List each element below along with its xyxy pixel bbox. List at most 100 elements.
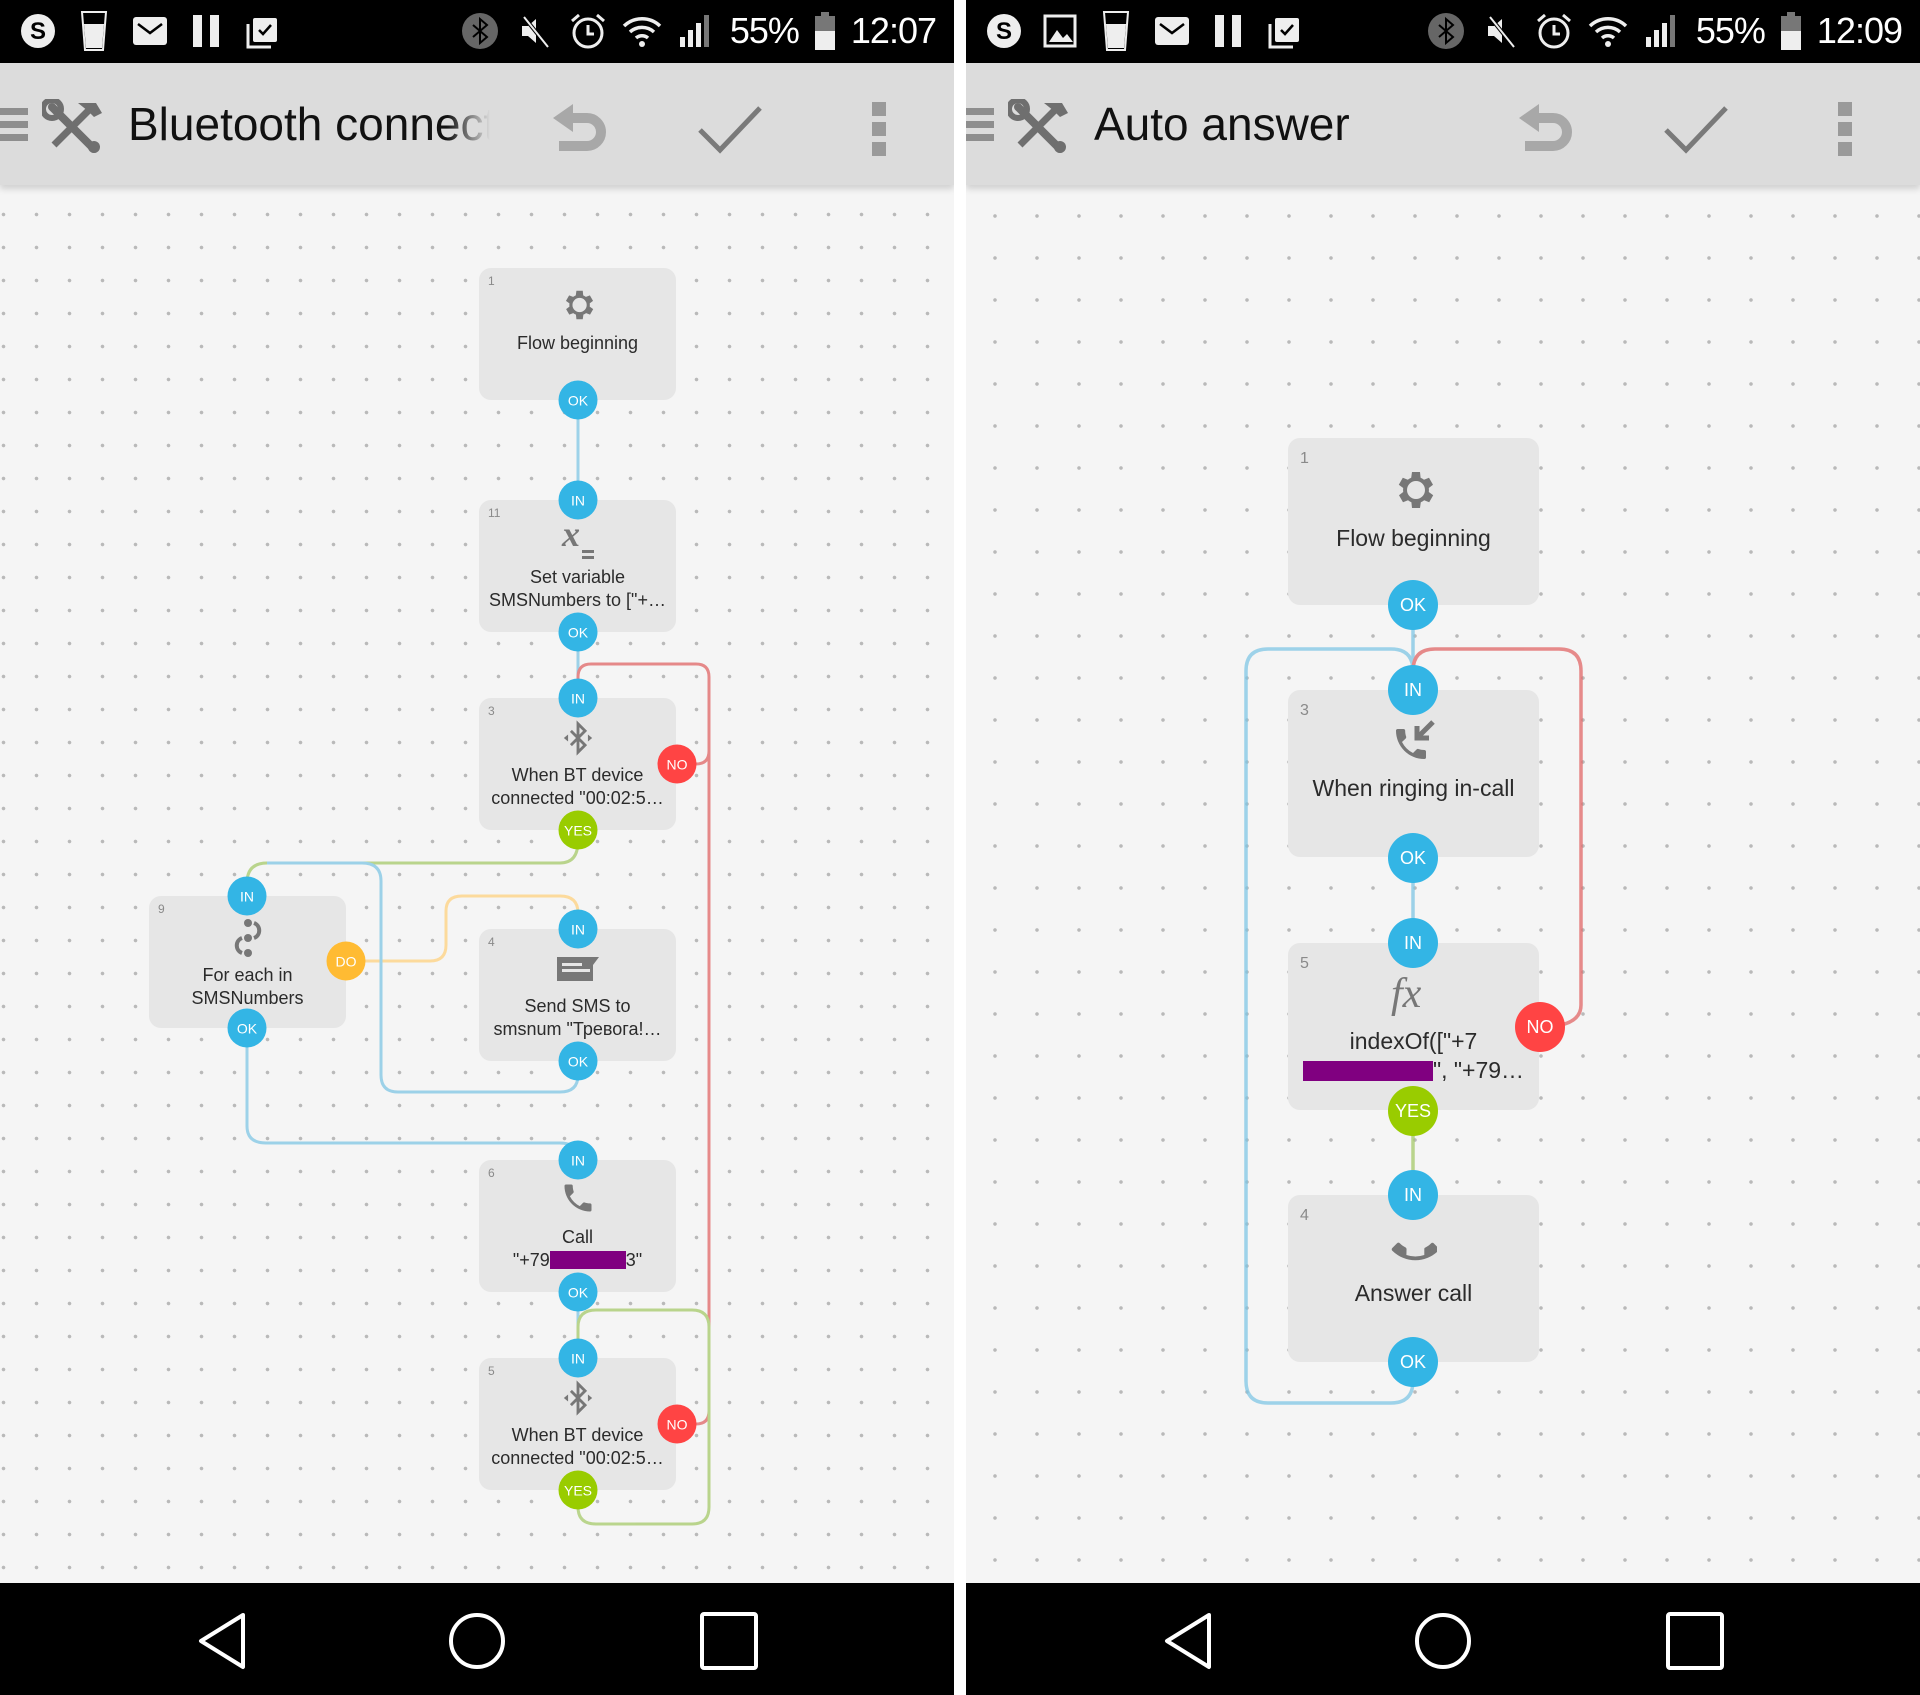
flow-canvas[interactable]: 1 Flow beginning OK 11 x Set variable SMS… — [0, 185, 954, 1583]
port-ok[interactable]: OK — [558, 1041, 598, 1081]
flow-node-5[interactable]: 5 fx indexOf(["+7 ", "+79… — [1288, 943, 1539, 1110]
node-number: 3 — [488, 704, 495, 718]
node-label: When BT device connected "00:02:5… — [491, 1425, 664, 1468]
svg-text:S: S — [30, 18, 46, 45]
set-variable-icon: x — [479, 516, 676, 560]
screen-auto-answer: S 55% 12:09 Auto answer 1 Flow beginning… — [966, 0, 1920, 1695]
bluetooth-icon — [460, 11, 500, 51]
port-yes[interactable]: YES — [558, 1470, 598, 1510]
recents-button[interactable] — [1665, 1611, 1725, 1671]
back-icon — [199, 1613, 245, 1669]
clock: 12:07 — [850, 10, 937, 51]
wifi-icon — [1588, 11, 1628, 51]
water-glass-icon — [74, 11, 114, 51]
undo-icon — [1519, 104, 1572, 151]
node-label: When ringing in-call — [1312, 775, 1515, 801]
port-yes[interactable]: YES — [558, 810, 598, 850]
port-in[interactable]: IN — [558, 480, 598, 520]
home-button[interactable] — [1413, 1611, 1473, 1671]
port-in[interactable]: IN — [558, 1338, 598, 1378]
node-label: Answer call — [1354, 1280, 1473, 1306]
alarm-icon — [1534, 11, 1574, 51]
skype-icon: S — [984, 11, 1024, 51]
undo-button[interactable] — [548, 97, 612, 161]
node-number: 3 — [1300, 702, 1309, 719]
port-no[interactable]: NO — [657, 744, 697, 784]
port-no[interactable]: NO — [1515, 1002, 1565, 1052]
port-in[interactable]: IN — [1388, 918, 1438, 968]
status-bar: S 55% 12:09 — [966, 0, 1920, 63]
gear-icon — [1288, 466, 1539, 514]
toolbar: Bluetooth connected — [0, 63, 954, 185]
port-ok[interactable]: OK — [558, 612, 598, 652]
back-button[interactable] — [1161, 1611, 1221, 1671]
clock: 12:09 — [1816, 10, 1903, 51]
port-in[interactable]: IN — [558, 909, 598, 949]
node-label: indexOf(["+7 ", "+79… — [1288, 1027, 1539, 1085]
svg-text:x: x — [561, 516, 580, 554]
node-number: 4 — [488, 935, 495, 949]
overflow-menu-button[interactable] — [848, 97, 912, 161]
tools-icon — [40, 97, 104, 155]
save-button[interactable] — [1664, 97, 1728, 161]
port-in[interactable]: IN — [558, 678, 598, 718]
loop-icon — [149, 918, 346, 958]
port-in[interactable]: IN — [1388, 665, 1438, 715]
node-label: Call "+79 3" — [512, 1227, 643, 1270]
home-button[interactable] — [447, 1611, 507, 1671]
recents-button[interactable] — [699, 1611, 759, 1671]
flow-canvas[interactable]: 1 Flow beginning OK 3 When ringing in-ca… — [966, 185, 1920, 1583]
battery-percent: 55% — [729, 10, 800, 51]
save-button[interactable] — [698, 97, 762, 161]
node-label: Set variable SMSNumbers to ["+… — [489, 567, 666, 610]
incoming-call-icon — [1288, 720, 1539, 764]
function-icon: fx — [1288, 971, 1539, 1017]
more-vert-icon — [872, 102, 886, 156]
port-ok[interactable]: OK — [227, 1008, 267, 1048]
drawer-menu-icon[interactable] — [966, 108, 994, 142]
signal-icon — [1642, 11, 1682, 51]
port-ok[interactable]: OK — [1388, 833, 1438, 883]
recents-icon — [1666, 1612, 1724, 1670]
pause-icon — [1208, 11, 1248, 51]
status-bar: S 55% 12:07 — [0, 0, 954, 63]
overflow-menu-button[interactable] — [1814, 97, 1878, 161]
wifi-icon — [622, 11, 662, 51]
mute-icon — [514, 11, 554, 51]
pause-icon — [186, 11, 226, 51]
node-label: When BT device connected "00:02:5… — [491, 765, 664, 808]
signal-icon — [676, 11, 716, 51]
screen-divider — [954, 0, 966, 1695]
more-vert-icon — [1838, 102, 1852, 156]
back-button[interactable] — [195, 1611, 255, 1671]
port-no[interactable]: NO — [657, 1404, 697, 1444]
flow-node-3[interactable]: 3 When ringing in-call — [1288, 690, 1539, 857]
connections-layer — [245, 400, 711, 1526]
checkmark-icon — [1664, 106, 1728, 154]
mail-icon — [130, 11, 170, 51]
port-in[interactable]: IN — [1388, 1170, 1438, 1220]
node-number: 9 — [158, 902, 165, 916]
undo-button[interactable] — [1514, 97, 1578, 161]
port-yes[interactable]: YES — [1388, 1086, 1438, 1136]
navigation-bar — [0, 1583, 954, 1695]
mute-icon — [1480, 11, 1520, 51]
port-ok[interactable]: OK — [558, 1272, 598, 1312]
port-do[interactable]: DO — [326, 941, 366, 981]
port-in[interactable]: IN — [558, 1140, 598, 1180]
port-ok[interactable]: OK — [558, 380, 598, 420]
drawer-menu-icon[interactable] — [0, 108, 28, 142]
gear-icon — [479, 286, 676, 324]
clipboard-check-icon — [1264, 11, 1304, 51]
phone-icon — [479, 1180, 676, 1216]
port-in[interactable]: IN — [227, 876, 267, 916]
port-ok[interactable]: OK — [1388, 580, 1438, 630]
battery-icon — [1779, 11, 1803, 51]
alarm-icon — [568, 11, 608, 51]
node-label: For each in SMSNumbers — [191, 965, 304, 1008]
node-label: Flow beginning — [516, 333, 639, 353]
port-ok[interactable]: OK — [1388, 1337, 1438, 1387]
toolbar: Auto answer — [966, 63, 1920, 185]
recents-icon — [700, 1612, 758, 1670]
node-number: 4 — [1300, 1207, 1309, 1224]
